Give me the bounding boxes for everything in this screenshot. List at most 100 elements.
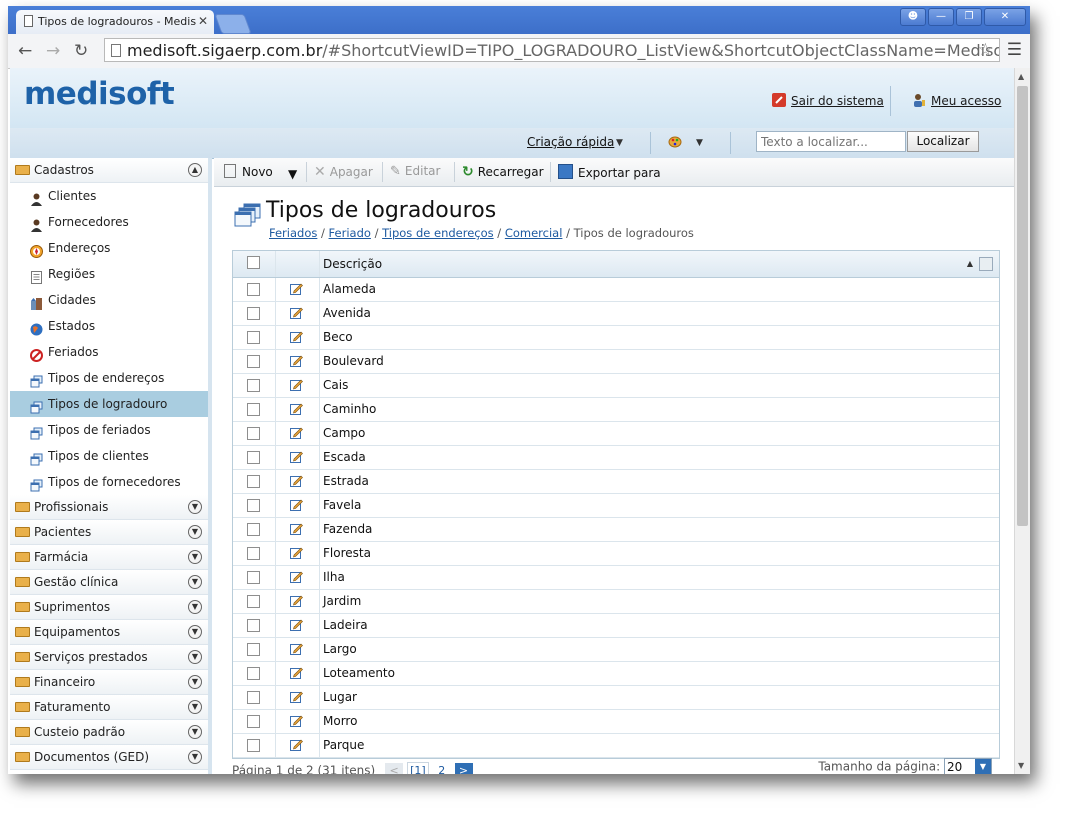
table-row[interactable]: Loteamento — [233, 662, 999, 686]
edit-row-icon[interactable] — [290, 546, 303, 559]
close-tab-icon[interactable]: ✕ — [198, 14, 208, 28]
close-window-icon[interactable]: ✕ — [984, 8, 1026, 26]
row-checkbox[interactable] — [247, 307, 260, 320]
row-checkbox[interactable] — [247, 667, 260, 680]
sort-ascending-icon[interactable]: ▲ — [967, 259, 973, 268]
row-checkbox[interactable] — [247, 643, 260, 656]
row-checkbox[interactable] — [247, 547, 260, 560]
edit-row-icon[interactable] — [290, 378, 303, 391]
export-button[interactable]: Exportar para — [558, 164, 661, 180]
expand-icon[interactable]: ▼ — [188, 600, 202, 614]
sidebar-item-clientes[interactable]: Clientes — [10, 183, 208, 209]
menu-icon[interactable]: ☰ — [1007, 40, 1022, 60]
page-size-select[interactable]: 20 ▼ — [944, 758, 992, 774]
sidebar-group[interactable]: Suprimentos ▼ — [10, 595, 208, 620]
sidebar-item-tipos-de-feriados[interactable]: Tipos de feriados — [10, 417, 208, 443]
expand-icon[interactable]: ▼ — [188, 650, 202, 664]
breadcrumb-link[interactable]: Tipos de endereços — [382, 226, 494, 240]
edit-row-icon[interactable] — [290, 642, 303, 655]
page-2-button[interactable]: 2 — [433, 763, 451, 774]
sidebar-group[interactable]: Financeiro ▼ — [10, 670, 208, 695]
sidebar-item-fornecedores[interactable]: Fornecedores — [10, 209, 208, 235]
edit-row-icon[interactable] — [290, 618, 303, 631]
expand-icon[interactable]: ▼ — [188, 700, 202, 714]
column-header-descricao[interactable]: Descrição — [323, 257, 382, 271]
row-checkbox[interactable] — [247, 715, 260, 728]
chevron-down-icon[interactable]: ▼ — [616, 138, 623, 148]
edit-row-icon[interactable] — [290, 450, 303, 463]
edit-row-icon[interactable] — [290, 282, 303, 295]
edit-row-icon[interactable] — [290, 522, 303, 535]
new-tab-button[interactable] — [214, 14, 252, 34]
url-input[interactable]: medisoft.sigaerp.com.br/#ShortcutViewID=… — [104, 38, 1000, 62]
expand-icon[interactable]: ▼ — [188, 525, 202, 539]
edit-row-icon[interactable] — [290, 690, 303, 703]
sidebar-item-feriados[interactable]: Feriados — [10, 339, 208, 365]
table-row[interactable]: Estrada — [233, 470, 999, 494]
user-icon[interactable]: ☻ — [900, 8, 926, 26]
row-checkbox[interactable] — [247, 283, 260, 296]
sidebar-item-tipos-de-fornecedores[interactable]: Tipos de fornecedores — [10, 469, 208, 495]
sidebar-group[interactable]: Faturamento ▼ — [10, 695, 208, 720]
reload-icon[interactable]: ↻ — [74, 41, 88, 61]
edit-row-icon[interactable] — [290, 330, 303, 343]
table-row[interactable]: Ladeira — [233, 614, 999, 638]
row-checkbox[interactable] — [247, 523, 260, 536]
select-all-checkbox[interactable] — [247, 256, 260, 269]
table-row[interactable]: Morro — [233, 710, 999, 734]
row-checkbox[interactable] — [247, 739, 260, 752]
breadcrumb-link[interactable]: Feriados — [269, 226, 317, 240]
edit-row-icon[interactable] — [290, 570, 303, 583]
quick-create-menu[interactable]: Criação rápida — [527, 135, 614, 149]
expand-icon[interactable]: ▼ — [188, 550, 202, 564]
scroll-up-icon[interactable]: ▲ — [1018, 72, 1024, 81]
expand-icon[interactable]: ▼ — [188, 625, 202, 639]
table-row[interactable]: Caminho — [233, 398, 999, 422]
collapse-icon[interactable]: ▲ — [188, 163, 202, 177]
row-checkbox[interactable] — [247, 595, 260, 608]
sidebar-group[interactable]: Farmácia ▼ — [10, 545, 208, 570]
table-row[interactable]: Escada — [233, 446, 999, 470]
vertical-scrollbar[interactable]: ▲ ▼ — [1014, 68, 1030, 774]
sidebar-item-tipos-de-endere-os[interactable]: Tipos de endereços — [10, 365, 208, 391]
scroll-down-icon[interactable]: ▼ — [1018, 761, 1024, 770]
edit-button[interactable]: ✎ Editar — [390, 164, 440, 179]
table-row[interactable]: Cais — [233, 374, 999, 398]
sidebar-item-regi-es[interactable]: Regiões — [10, 261, 208, 287]
edit-row-icon[interactable] — [290, 594, 303, 607]
table-row[interactable]: Alameda — [233, 278, 999, 302]
logout-link[interactable]: Sair do sistema — [791, 94, 884, 108]
table-row[interactable]: Campo — [233, 422, 999, 446]
edit-row-icon[interactable] — [290, 426, 303, 439]
reload-button[interactable]: ↻ Recarregar — [462, 164, 544, 180]
edit-row-icon[interactable] — [290, 498, 303, 511]
sidebar-item-estados[interactable]: Estados — [10, 313, 208, 339]
edit-row-icon[interactable] — [290, 474, 303, 487]
page-1-button[interactable]: [1] — [406, 762, 429, 774]
table-row[interactable]: Beco — [233, 326, 999, 350]
sidebar-group[interactable]: Serviços prestados ▼ — [10, 645, 208, 670]
prev-page-icon[interactable]: < — [385, 763, 404, 774]
expand-icon[interactable]: ▼ — [188, 725, 202, 739]
scrollbar-thumb[interactable] — [1017, 86, 1028, 526]
sidebar-item-tipos-de-clientes[interactable]: Tipos de clientes — [10, 443, 208, 469]
minimize-icon[interactable]: — — [928, 8, 954, 26]
row-checkbox[interactable] — [247, 427, 260, 440]
sidebar-group[interactable]: Equipamentos ▼ — [10, 620, 208, 645]
table-row[interactable]: Ilha — [233, 566, 999, 590]
table-row[interactable]: Parque — [233, 734, 999, 758]
edit-row-icon[interactable] — [290, 402, 303, 415]
search-input[interactable] — [756, 131, 906, 152]
sidebar-group[interactable]: Pacientes ▼ — [10, 520, 208, 545]
expand-icon[interactable]: ▼ — [188, 675, 202, 689]
delete-button[interactable]: ✕ Apagar — [314, 164, 373, 180]
row-checkbox[interactable] — [247, 619, 260, 632]
expand-icon[interactable]: ▼ — [188, 500, 202, 514]
row-checkbox[interactable] — [247, 499, 260, 512]
sidebar-group[interactable]: Gestão clínica ▼ — [10, 570, 208, 595]
sidebar-item-cidades[interactable]: Cidades — [10, 287, 208, 313]
table-row[interactable]: Jardim — [233, 590, 999, 614]
palette-icon[interactable] — [668, 135, 682, 149]
expand-icon[interactable]: ▼ — [188, 750, 202, 764]
edit-row-icon[interactable] — [290, 354, 303, 367]
